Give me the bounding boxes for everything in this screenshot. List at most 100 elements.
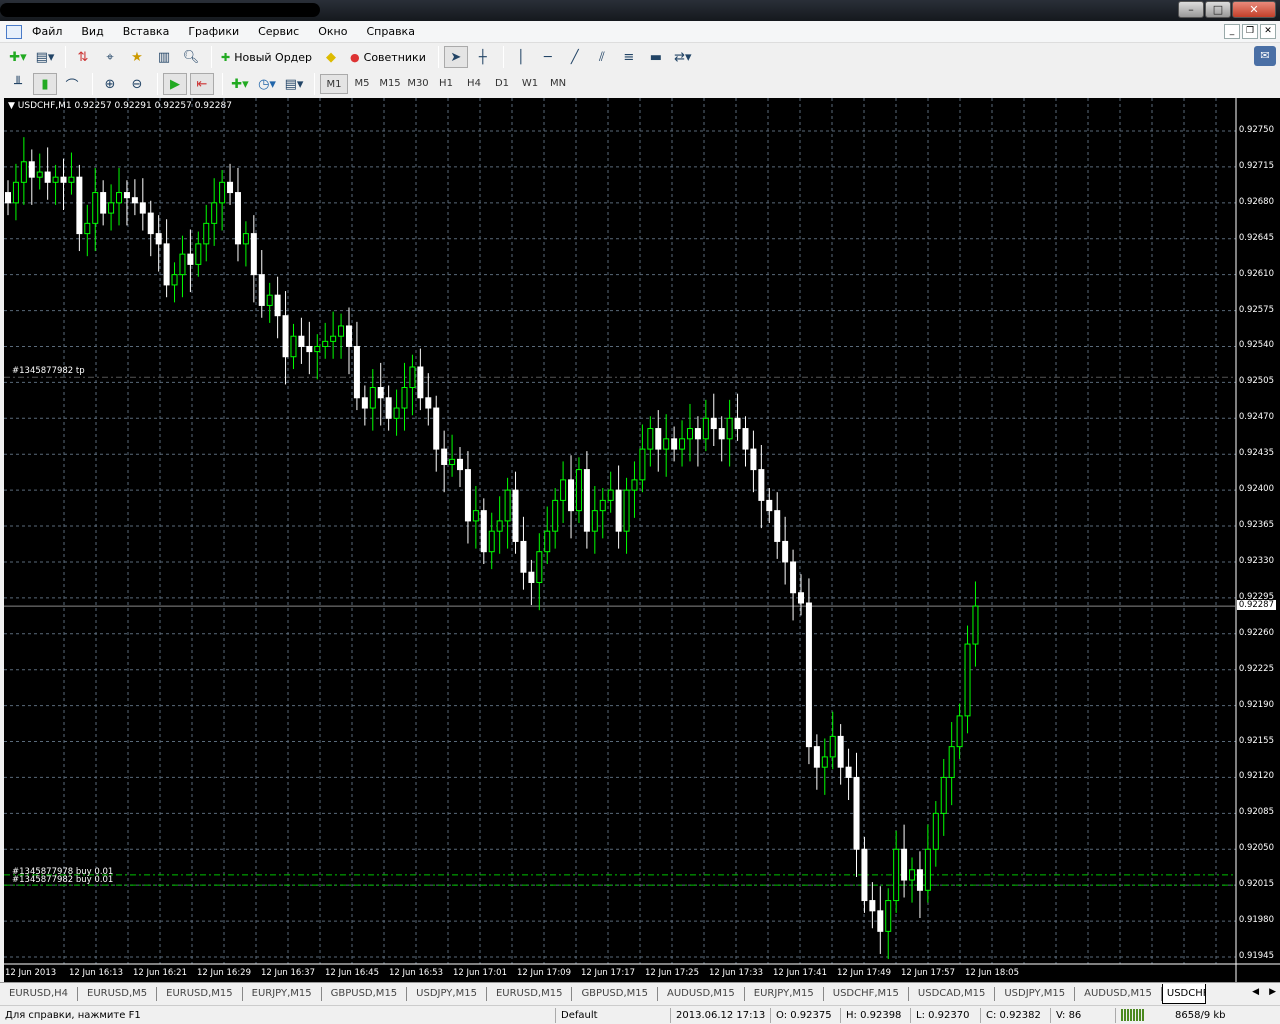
market-watch-icon[interactable]: ⇅ [71,46,95,68]
line-chart-icon[interactable]: ⌒ [60,73,84,95]
chart-tab[interactable]: USDCAD,M15 [909,986,996,1001]
new-order-label: Новый Ордер [234,50,313,64]
tf-h4[interactable]: H4 [460,74,488,94]
label-icon[interactable]: ▬ [644,46,668,68]
close-button[interactable]: ✕ [1232,1,1276,18]
fibonacci-icon[interactable]: ≡ [617,46,641,68]
candle-body [694,428,701,440]
candle-body [242,233,249,245]
chart-tab[interactable]: AUDUSD,M15 [1075,986,1162,1001]
time-tick-label: 12 Jun 17:25 [645,968,699,978]
chart-tab[interactable]: USDJPY,M15 [407,986,487,1001]
chart-tab[interactable]: EURUSD,M15 [157,986,243,1001]
chart-tab[interactable]: EURJPY,M15 [745,986,824,1001]
chart-tab[interactable]: GBPUSD,M15 [572,986,658,1001]
candle-body [893,848,900,902]
shapes-icon[interactable]: ⇄▾ [671,46,695,68]
mdi-restore-button[interactable]: ❐ [1242,24,1258,39]
app-icon[interactable] [6,24,22,39]
mdi-close-button[interactable]: ✕ [1260,24,1276,39]
status-profile: Default [555,1007,670,1023]
candle-body [568,479,575,512]
candle-body [409,366,416,389]
warning-icon[interactable]: ◆ [319,46,343,68]
menu-charts[interactable]: Графики [188,25,239,38]
price-tick-label: 0.92365 [1238,520,1274,531]
candle-body [330,335,337,342]
terminal-icon[interactable]: ▥ [152,46,176,68]
candle-body [393,407,400,419]
price-tick-label: 0.92435 [1238,448,1274,459]
tf-m30[interactable]: M30 [404,74,432,94]
tf-h1[interactable]: H1 [432,74,460,94]
tab-scroll-right-icon[interactable]: ▶ [1269,987,1276,997]
menu-file[interactable]: Файл [32,25,62,38]
menu-insert[interactable]: Вставка [123,25,170,38]
candle-body [536,551,543,583]
tab-scroll-left-icon[interactable]: ◀ [1252,987,1259,997]
auto-scroll-icon[interactable]: ▶ [163,73,187,95]
horizontal-line-icon[interactable]: ─ [536,46,560,68]
new-chart-icon[interactable]: ✚▾ [6,46,30,68]
data-window-icon[interactable]: ⌖ [98,46,122,68]
menu-bar: Файл Вид Вставка Графики Сервис Окно Спр… [0,21,1280,43]
periods-icon[interactable]: ◷▾ [255,73,279,95]
equidistant-channel-icon[interactable]: ⫽ [590,46,614,68]
candle-body [353,345,360,399]
chart-tabs: EURUSD,H4 EURUSD,M5 EURUSD,M15 EURJPY,M15 GB… [0,982,1280,1004]
menu-tools[interactable]: Сервис [258,25,299,38]
new-order-icon: ✚ [221,50,231,64]
tf-d1[interactable]: D1 [488,74,516,94]
tf-m5[interactable]: M5 [348,74,376,94]
vertical-line-icon[interactable]: │ [509,46,533,68]
chart-tab[interactable]: EURJPY,M15 [243,986,322,1001]
candle-body [758,469,765,501]
candle-body [956,715,963,748]
strategy-tester-icon[interactable]: 🔍︎ [179,46,203,68]
candle-body [798,592,804,604]
zoom-in-icon[interactable]: ⊕ [98,73,122,95]
candle-body [488,530,495,553]
chart-tab[interactable]: EURUSD,H4 [0,986,79,1001]
alerts-button[interactable]: ✉ [1254,46,1276,66]
candle-body [338,325,345,337]
candlestick-icon[interactable]: ▮ [33,73,57,95]
candle-body [12,181,19,204]
chart-tab[interactable]: USDJPY,M15 [995,986,1076,1001]
menu-view[interactable]: Вид [81,25,103,38]
minimize-button[interactable]: – [1178,1,1204,18]
zoom-out-icon[interactable]: ⊖ [125,73,149,95]
tf-w1[interactable]: W1 [516,74,544,94]
chart-tab[interactable]: USDCHF,M15 [824,986,909,1001]
candle-body [885,900,892,932]
chart-tab[interactable]: EURUSD,M5 [78,986,158,1001]
maximize-button[interactable]: □ [1205,1,1231,18]
candle-body [869,900,876,912]
tf-mn[interactable]: MN [544,74,572,94]
mdi-minimize-button[interactable]: _ [1224,24,1240,39]
bar-chart-icon[interactable]: ╨ [6,73,30,95]
chart-tab[interactable]: USDCHF,M1 [1161,983,1206,1004]
templates-icon[interactable]: ▤▾ [282,73,306,95]
candle-body [790,561,797,594]
menu-window[interactable]: Окно [318,25,347,38]
candle-body [425,397,432,409]
crosshair-icon[interactable]: ┼ [471,46,495,68]
price-tick-label: 0.92120 [1238,771,1274,782]
chart-tab[interactable]: EURUSD,M15 [487,986,573,1001]
standard-toolbar: ✚▾ ▤▾ ⇅ ⌖ ★ ▥ 🔍︎ ✚ Новый Ордер ◆ ● Советни… [0,43,1280,71]
chart-shift-icon[interactable]: ⇤ [190,73,214,95]
navigator-icon[interactable]: ★ [125,46,149,68]
price-chart[interactable]: ▼ USDCHF,M1 0.92257 0.92291 0.92257 0.92… [4,98,1280,982]
chart-tab[interactable]: GBPUSD,M15 [322,986,408,1001]
tf-m1[interactable]: M1 [320,74,348,94]
cursor-icon[interactable]: ➤ [443,46,468,68]
chart-tab[interactable]: AUDUSD,M15 [658,986,745,1001]
indicators-icon[interactable]: ✚▾ [228,73,252,95]
profiles-icon[interactable]: ▤▾ [33,46,57,68]
tf-m15[interactable]: M15 [376,74,404,94]
menu-help[interactable]: Справка [366,25,414,38]
experts-button[interactable]: ● Советники [346,46,430,68]
new-order-button[interactable]: ✚ Новый Ордер [217,46,316,68]
trendline-icon[interactable]: ╱ [563,46,587,68]
